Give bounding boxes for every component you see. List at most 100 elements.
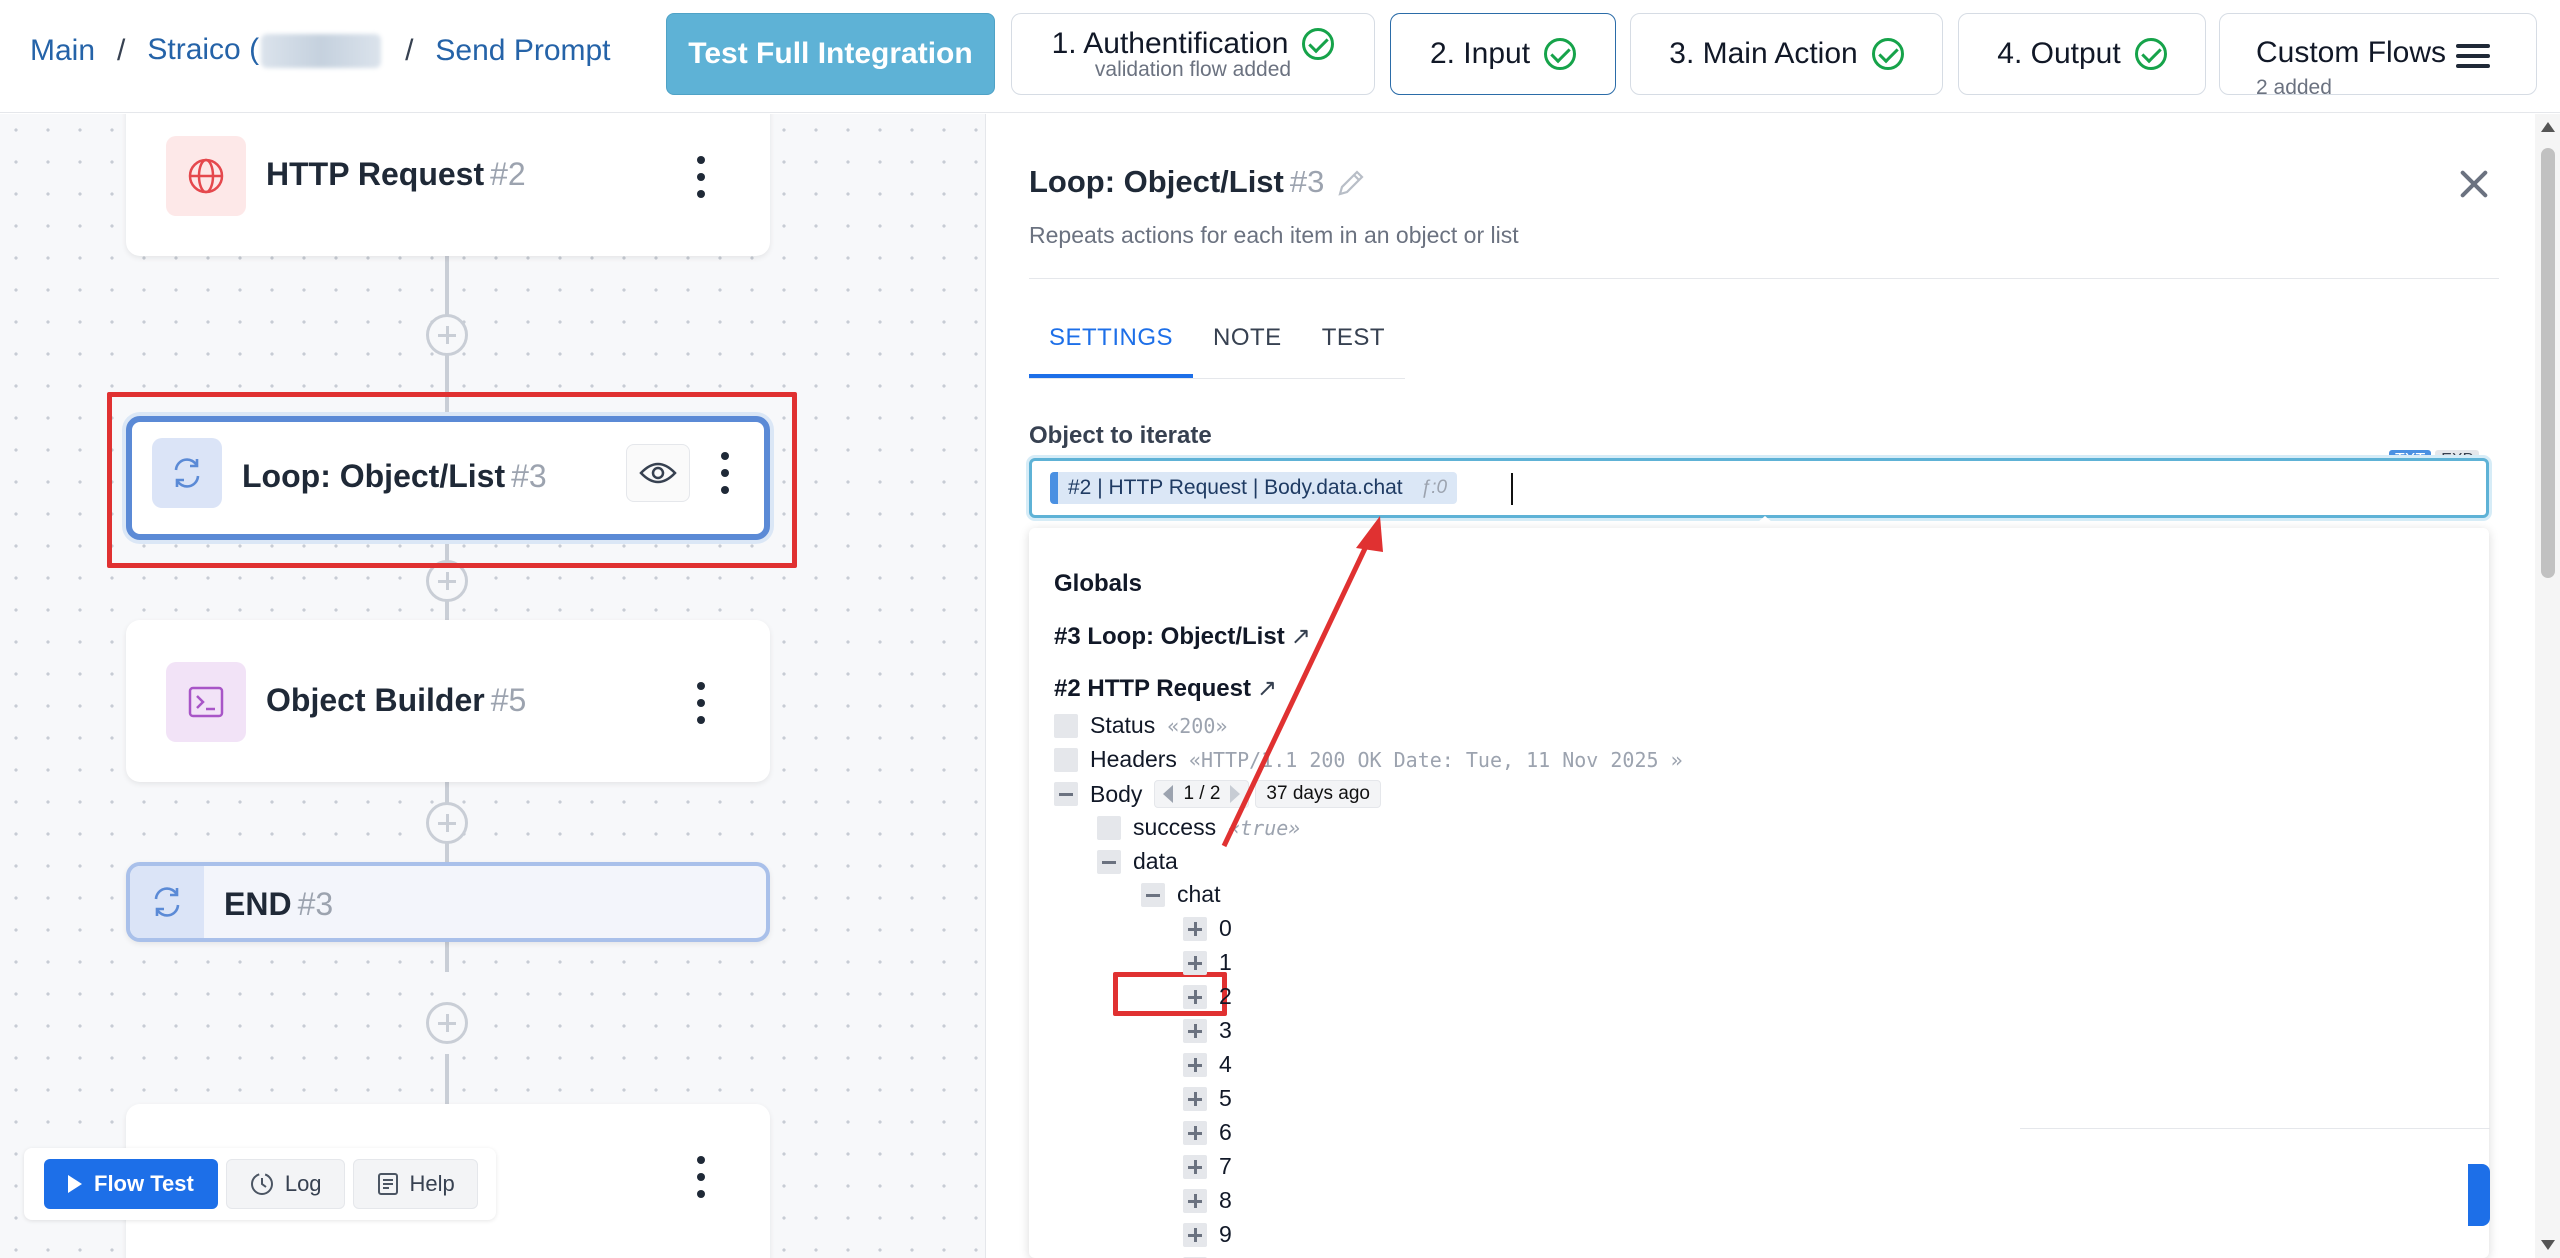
check-circle-icon bbox=[1302, 28, 1335, 60]
expand-icon[interactable] bbox=[1183, 1188, 1207, 1213]
panel-tabs: SETTINGS NOTE TEST bbox=[1029, 324, 1406, 379]
more-vertical-icon[interactable] bbox=[696, 156, 706, 198]
redacted-blur bbox=[261, 34, 382, 69]
step-label: 2. Input bbox=[1429, 37, 1531, 70]
leaf-box-icon bbox=[1054, 713, 1078, 738]
expand-icon[interactable] bbox=[1183, 1086, 1207, 1111]
flow-canvas[interactable]: HTTP Request #2 Loop: Object/List #3 Objec… bbox=[0, 114, 985, 1258]
add-step-button[interactable] bbox=[426, 314, 468, 356]
panel-title: Loop: Object/List #3 bbox=[1029, 164, 1325, 199]
loop-reference[interactable]: #3 Loop: Object/List ↗ bbox=[1054, 622, 1311, 651]
tree-row-index[interactable]: 5 bbox=[1183, 1085, 1232, 1112]
tab-note[interactable]: NOTE bbox=[1193, 324, 1302, 378]
tree-row-body[interactable]: Body 1 / 2 37 days ago bbox=[1054, 780, 1381, 808]
breadcrumb-straico[interactable]: Straico ( bbox=[147, 33, 383, 69]
tree-row-index[interactable]: 9 bbox=[1183, 1221, 1232, 1248]
scroll-thumb[interactable] bbox=[2541, 148, 2555, 578]
expand-icon[interactable] bbox=[1183, 984, 1207, 1009]
index-label: 7 bbox=[1219, 1153, 1232, 1179]
variable-picker-dropdown: Globals #3 Loop: Object/List ↗ #2 HTTP Re… bbox=[1029, 528, 2489, 1258]
node-object-builder[interactable]: Object Builder #5 bbox=[126, 620, 770, 782]
tree-row-index[interactable]: 6 bbox=[1183, 1119, 1232, 1146]
test-full-integration-button[interactable]: Test Full Integration bbox=[666, 13, 995, 95]
tree-row-index[interactable]: 7 bbox=[1183, 1153, 1232, 1180]
expand-icon[interactable] bbox=[1183, 1154, 1207, 1179]
body-pager[interactable]: 1 / 2 bbox=[1154, 780, 1250, 808]
tree-row-index[interactable]: 1 bbox=[1183, 949, 1232, 976]
step-authentification[interactable]: 1. Authentification validation flow adde… bbox=[1011, 13, 1375, 95]
index-label: 4 bbox=[1219, 1051, 1232, 1077]
panel-description: Repeats actions for each item in an obje… bbox=[1029, 222, 1519, 248]
object-to-iterate-input[interactable]: #2 | HTTP Request | Body.data.chat ƒ:0 bbox=[1029, 458, 2489, 518]
leaf-box-icon bbox=[1097, 815, 1121, 840]
index-label: 1 bbox=[1219, 949, 1232, 975]
tree-row-data[interactable]: data bbox=[1097, 848, 1178, 875]
primary-action-button-edge[interactable] bbox=[2468, 1164, 2490, 1226]
tab-settings[interactable]: SETTINGS bbox=[1029, 324, 1194, 378]
tree-row-status[interactable]: Status «200» bbox=[1054, 712, 1227, 739]
more-vertical-icon[interactable] bbox=[696, 1156, 706, 1198]
canvas-bottom-toolbar: Flow Test Log Help bbox=[24, 1148, 496, 1220]
expand-icon[interactable] bbox=[1183, 1018, 1207, 1043]
expand-icon[interactable] bbox=[1183, 1222, 1207, 1247]
flow-test-button[interactable]: Flow Test bbox=[44, 1159, 218, 1209]
top-header: Main / Straico ( / Send Prompt Test Full… bbox=[0, 0, 2560, 113]
variable-chip[interactable]: #2 | HTTP Request | Body.data.chat ƒ:0 bbox=[1050, 472, 1458, 504]
index-label: 9 bbox=[1219, 1221, 1232, 1247]
more-vertical-icon[interactable] bbox=[696, 682, 706, 724]
vertical-scrollbar[interactable] bbox=[2535, 114, 2560, 1258]
step-sublabel: validation flow added bbox=[1094, 58, 1292, 81]
scroll-up-icon[interactable] bbox=[2541, 122, 2555, 132]
breadcrumb-main[interactable]: Main bbox=[30, 34, 95, 68]
tree-row-index[interactable]: 3 bbox=[1183, 1017, 1232, 1044]
tree-row-index[interactable]: 2 bbox=[1183, 983, 1232, 1010]
prev-page-icon bbox=[1163, 785, 1174, 803]
globals-header[interactable]: Globals bbox=[1054, 570, 1142, 598]
expand-icon[interactable] bbox=[1183, 1120, 1207, 1145]
more-vertical-icon[interactable] bbox=[720, 452, 730, 494]
breadcrumb-send-prompt[interactable]: Send Prompt bbox=[435, 34, 610, 68]
node-end-loop[interactable]: END #3 bbox=[126, 862, 770, 942]
tree-row-chat[interactable]: chat bbox=[1141, 881, 1220, 908]
hamburger-menu-icon[interactable] bbox=[2456, 44, 2490, 68]
preview-eye-button[interactable] bbox=[626, 444, 690, 502]
tree-row-index[interactable]: 0 bbox=[1183, 915, 1232, 942]
check-circle-icon bbox=[1544, 38, 1577, 70]
add-step-button[interactable] bbox=[426, 1002, 468, 1044]
check-circle-icon bbox=[2134, 38, 2167, 70]
tree-row-index[interactable]: 8 bbox=[1183, 1187, 1232, 1214]
check-circle-icon bbox=[1871, 38, 1904, 70]
collapse-icon[interactable] bbox=[1141, 882, 1165, 907]
step-main-action[interactable]: 3. Main Action bbox=[1630, 13, 1943, 95]
node-loop-object-list[interactable]: Loop: Object/List #3 bbox=[126, 416, 770, 540]
tab-test[interactable]: TEST bbox=[1302, 324, 1405, 378]
collapse-icon[interactable] bbox=[1097, 849, 1121, 874]
step-label: 1. Authentification bbox=[1051, 27, 1289, 60]
custom-flows-button[interactable]: Custom Flows 2 added bbox=[2219, 13, 2537, 99]
node-title: Loop: Object/List #3 bbox=[242, 458, 547, 494]
step-output[interactable]: 4. Output bbox=[1958, 13, 2206, 95]
close-icon[interactable] bbox=[2456, 166, 2492, 202]
expand-icon[interactable] bbox=[1183, 1052, 1207, 1077]
expand-icon[interactable] bbox=[1183, 916, 1207, 941]
collapse-icon[interactable] bbox=[1054, 782, 1078, 806]
edit-pencil-icon[interactable] bbox=[1334, 166, 1368, 205]
help-button[interactable]: Help bbox=[352, 1159, 478, 1209]
tree-row-success[interactable]: success «true» bbox=[1097, 814, 1300, 841]
text-caret bbox=[1511, 473, 1513, 505]
fetched-ago-badge: 37 days ago bbox=[1255, 780, 1381, 808]
tree-row-index[interactable]: 4 bbox=[1183, 1051, 1232, 1078]
http-request-reference[interactable]: #2 HTTP Request ↗ bbox=[1054, 674, 1277, 703]
divider bbox=[1029, 278, 2499, 279]
expand-icon[interactable] bbox=[1183, 950, 1207, 975]
divider bbox=[2020, 1128, 2490, 1129]
tree-row-headers[interactable]: Headers «HTTP/1.1 200 OK Date: Tue, 11 N… bbox=[1054, 746, 1683, 773]
log-button[interactable]: Log bbox=[225, 1159, 345, 1209]
index-label: 3 bbox=[1219, 1017, 1232, 1043]
external-link-icon: ↗ bbox=[1290, 623, 1311, 650]
history-icon bbox=[250, 1173, 273, 1195]
node-http-request[interactable]: HTTP Request #2 bbox=[126, 114, 770, 256]
scroll-down-icon[interactable] bbox=[2541, 1240, 2555, 1250]
add-step-button[interactable] bbox=[426, 802, 468, 844]
step-input[interactable]: 2. Input bbox=[1390, 13, 1616, 95]
